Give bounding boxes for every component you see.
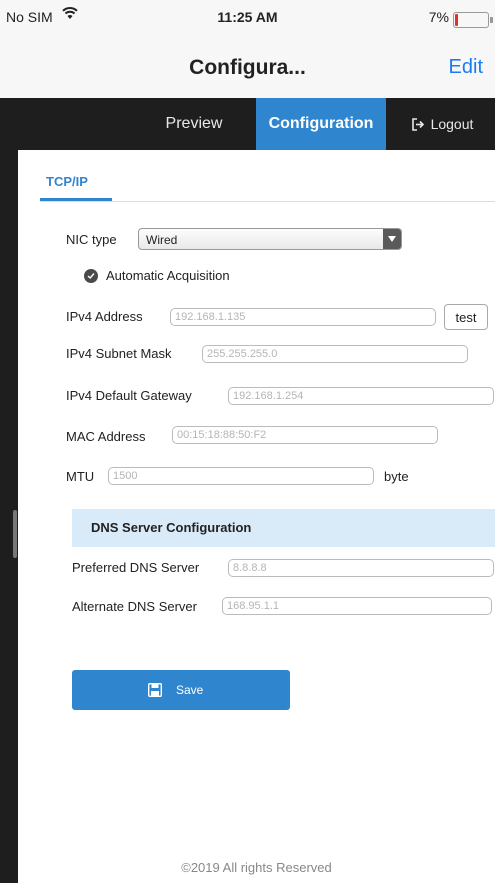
edit-button[interactable]: Edit	[449, 56, 483, 79]
drawer-handle[interactable]	[13, 510, 17, 558]
battery-icon	[453, 12, 493, 28]
mac-address-input[interactable]	[172, 426, 438, 444]
copyright-footer: ©2019 All rights Reserved	[181, 860, 332, 875]
tab-divider	[40, 201, 495, 202]
checkmark-icon	[87, 273, 95, 280]
auto-acquisition-checkbox[interactable]	[84, 269, 98, 283]
logout-icon	[411, 118, 424, 131]
preferred-dns-label: Preferred DNS Server	[72, 560, 200, 575]
clock: 11:25 AM	[217, 9, 278, 25]
ipv4-address-input[interactable]	[170, 308, 436, 326]
battery-fill	[455, 14, 458, 26]
dns-section-header: DNS Server Configuration	[72, 509, 495, 547]
nic-type-value: Wired	[146, 233, 178, 247]
menu-item-preview[interactable]: Preview	[136, 98, 252, 150]
navigation-bar: Configura... Edit	[0, 36, 495, 99]
menu-item-configuration[interactable]: Configuration	[256, 98, 386, 150]
save-button[interactable]: Save	[72, 670, 290, 710]
preferred-dns-input[interactable]	[228, 559, 494, 577]
alternate-dns-input[interactable]	[222, 597, 492, 615]
save-label: Save	[176, 683, 204, 697]
top-menu: Preview Configuration Logout	[0, 98, 495, 150]
subnet-mask-input[interactable]	[202, 345, 468, 363]
mtu-unit-label: byte	[384, 469, 409, 484]
dns-section-title: DNS Server Configuration	[91, 520, 252, 535]
test-button[interactable]: test	[444, 304, 488, 330]
ipv4-address-label: IPv4 Address	[66, 309, 143, 324]
alternate-dns-label: Alternate DNS Server	[72, 599, 197, 614]
nic-type-label: NIC type	[66, 232, 117, 247]
config-panel: TCP/IP NIC type Wired Automatic Acquisit…	[18, 150, 495, 883]
side-drawer-edge	[0, 150, 18, 883]
subnet-mask-label: IPv4 Subnet Mask	[66, 346, 172, 361]
menu-item-logout[interactable]: Logout	[390, 98, 495, 150]
nic-type-select[interactable]: Wired	[138, 228, 402, 250]
mac-address-label: MAC Address	[66, 429, 146, 444]
logout-label: Logout	[430, 116, 474, 132]
auto-acquisition-label: Automatic Acquisition	[106, 268, 230, 283]
gateway-input[interactable]	[228, 387, 494, 405]
mtu-label: MTU	[66, 469, 95, 484]
mtu-input[interactable]	[108, 467, 374, 485]
dropdown-arrow-icon	[383, 229, 401, 249]
gateway-label: IPv4 Default Gateway	[66, 388, 192, 403]
page-title: Configura...	[189, 56, 306, 79]
save-icon	[148, 683, 162, 697]
status-bar: No SIM 11:25 AM 7%	[0, 0, 495, 36]
battery-percent: 7%	[428, 9, 449, 25]
